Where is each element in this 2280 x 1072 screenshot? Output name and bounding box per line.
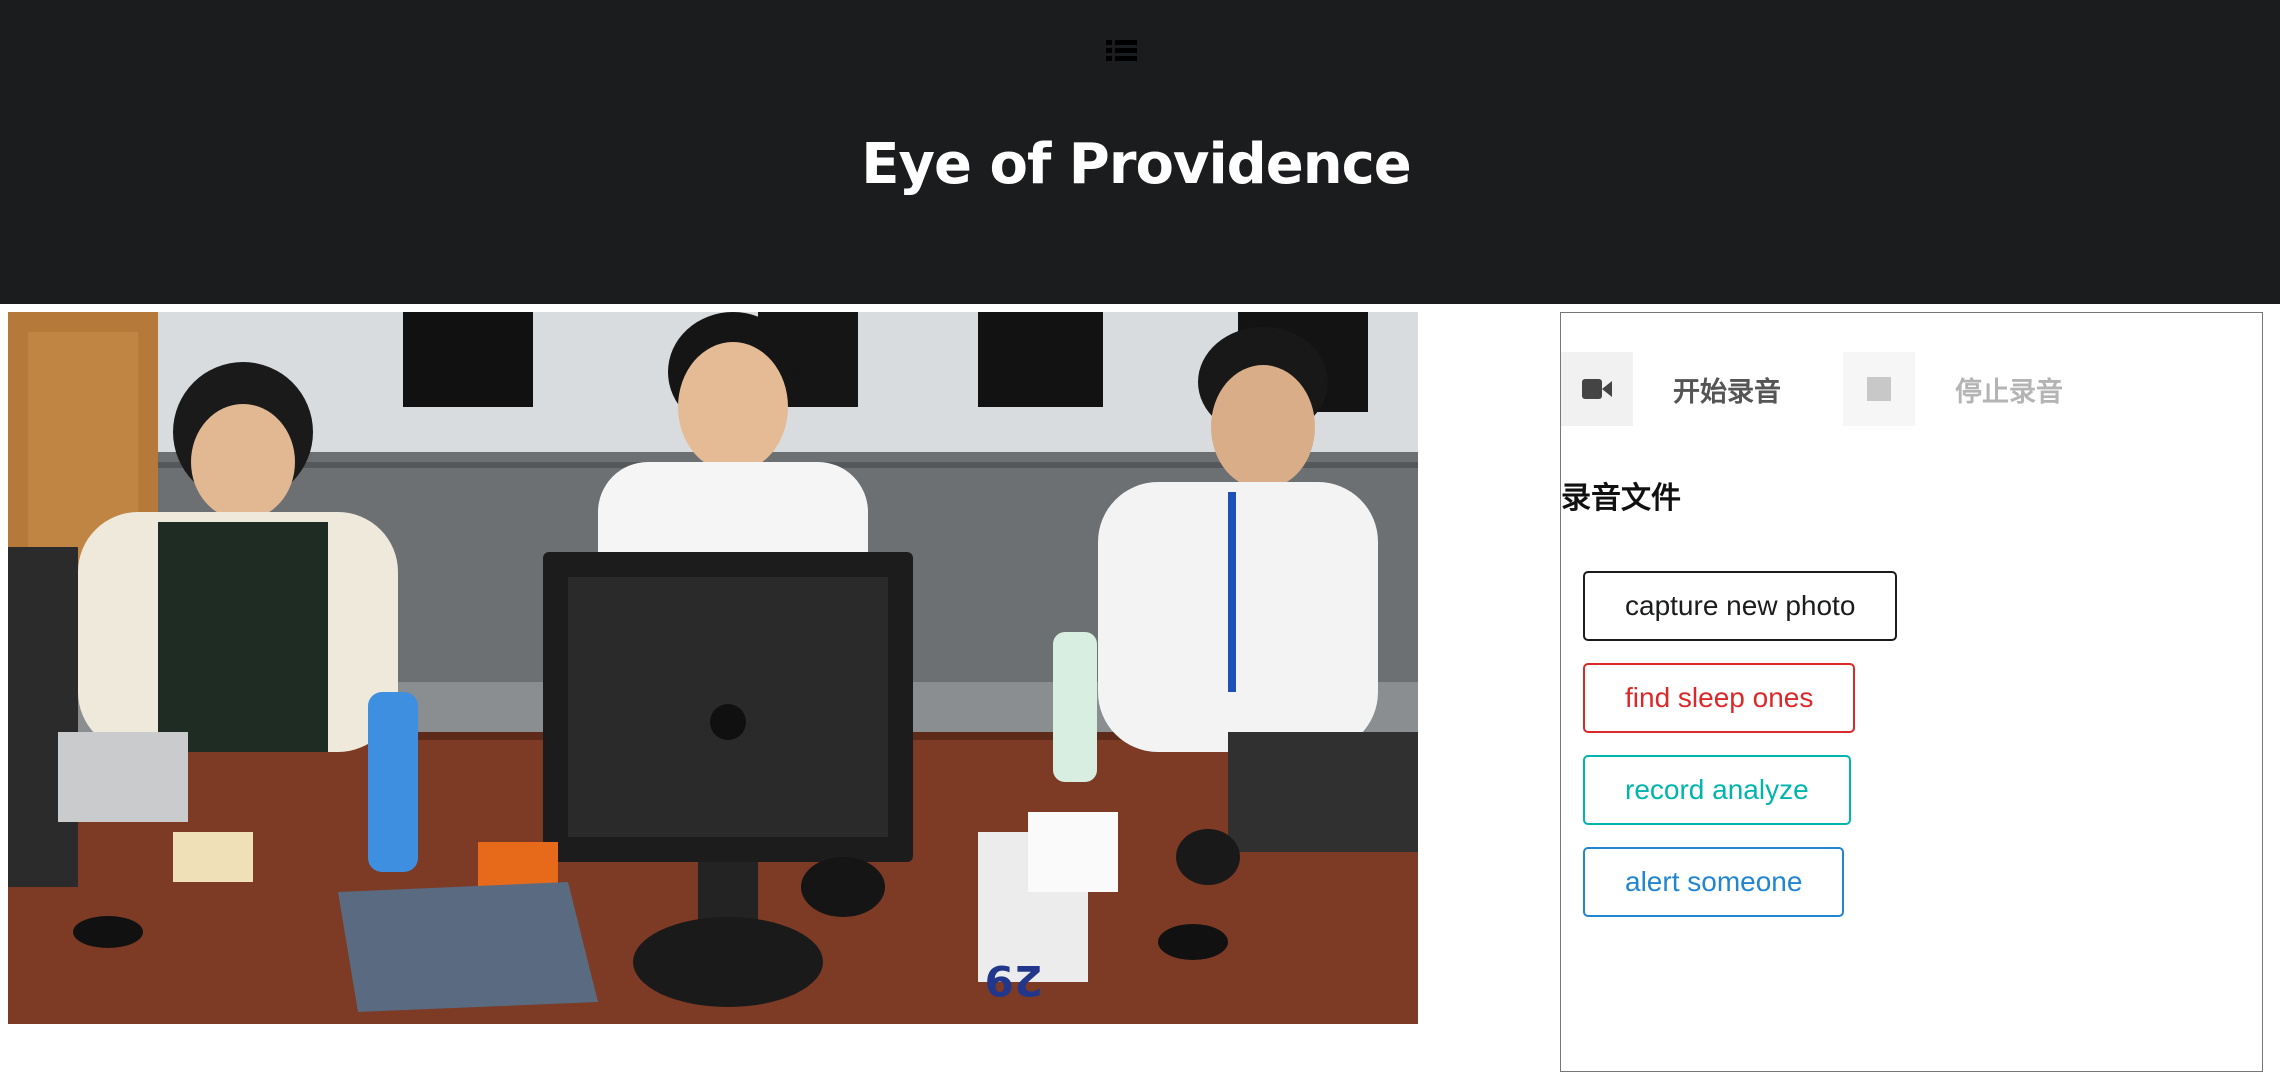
list-icon[interactable] xyxy=(1106,38,1138,64)
start-recording-button[interactable]: 开始录音 xyxy=(1561,352,1781,426)
svg-text:29: 29 xyxy=(985,956,1043,1005)
recording-files-heading: 录音文件 xyxy=(1561,481,1681,516)
capture-new-photo-button[interactable]: capture new photo xyxy=(1583,571,1898,641)
header-bar: Eye of Providence xyxy=(0,0,2280,304)
alert-someone-button[interactable]: alert someone xyxy=(1583,847,1845,917)
camera-photo: 29 xyxy=(8,312,1418,1024)
start-recording-label: 开始录音 xyxy=(1673,376,1781,408)
page-title: Eye of Providence xyxy=(861,132,1412,197)
stop-recording-label: 停止录音 xyxy=(1955,376,2063,408)
record-analyze-button[interactable]: record analyze xyxy=(1583,755,1851,825)
stop-recording-button[interactable]: 停止录音 xyxy=(1843,352,2063,426)
stop-square-icon xyxy=(1843,352,1915,426)
video-camera-icon xyxy=(1561,352,1633,426)
find-sleep-ones-button[interactable]: find sleep ones xyxy=(1583,663,1856,733)
control-panel: 开始录音 停止录音 录音文件 capture new photo find sl… xyxy=(1560,312,2263,1072)
